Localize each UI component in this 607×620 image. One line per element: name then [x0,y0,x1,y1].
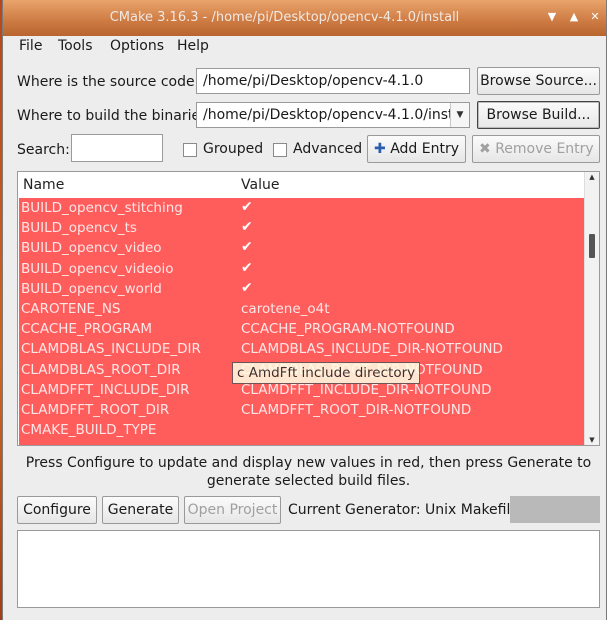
menu-file[interactable]: File [19,38,42,54]
title-bar[interactable]: CMake 3.16.3 - /home/pi/Desktop/opencv-4… [3,0,606,36]
table-body: BUILD_opencv_stitching ✔ BUILD_opencv_ts ✔ B… [19,198,586,445]
column-name-header[interactable]: Name [23,177,64,193]
progress-bar [510,496,600,523]
grouped-label: Grouped [203,141,264,157]
build-path-combo[interactable]: /home/pi/Desktop/opencv-4.1.0/install ▼ [196,102,470,128]
combo-arrow-icon[interactable]: ▼ [450,103,469,127]
add-entry-button[interactable]: ✚ Add Entry [367,135,466,163]
checkmark-icon[interactable]: ✔ [241,239,253,255]
minimize-icon[interactable]: ▼ [544,9,560,25]
build-label: Where to build the binaries: [17,108,213,124]
close-icon[interactable]: ✕ [587,9,603,25]
checkmark-icon[interactable]: ✔ [241,260,253,276]
cache-entry-name: CLAMDBLAS_ROOT_DIR [21,361,181,378]
menu-bar: File Tools Options Help [3,36,606,58]
advanced-label: Advanced [293,141,363,157]
table-row[interactable]: CLAMDBLAS_INCLUDE_DIR CLAMDBLAS_INCLUDE_D… [19,339,586,359]
table-header: Name Value [18,172,585,198]
menu-tools[interactable]: Tools [58,38,93,54]
cache-table[interactable]: Name Value BUILD_opencv_stitching ✔ BUILD_… [17,171,600,446]
current-generator-label: Current Generator: Unix Makefiles [288,502,527,518]
cache-entry-value[interactable]: CLAMDBLAS_INCLUDE_DIR-NOTFOUND [241,341,503,357]
table-row[interactable]: CLAMDFFT_ROOT_DIR CLAMDFFT_ROOT_DIR-NOTFO… [19,400,586,420]
generate-button[interactable]: Generate [102,496,179,524]
table-scrollbar[interactable]: ▲ ▼ [584,172,599,445]
remove-entry-button[interactable]: ✖ Remove Entry [472,135,600,163]
add-entry-label: Add Entry [390,141,459,157]
build-path-value: /home/pi/Desktop/opencv-4.1.0/install [203,107,470,123]
table-row[interactable]: CCACHE_PROGRAM CCACHE_PROGRAM-NOTFOUND [19,319,586,339]
window-title: CMake 3.16.3 - /home/pi/Desktop/opencv-4… [109,10,460,25]
column-value-header[interactable]: Value [241,177,279,193]
info-text: Press Configure to update and display ne… [25,455,592,489]
scroll-thumb[interactable] [589,234,595,258]
table-row[interactable]: BUILD_opencv_ts ✔ [19,218,586,238]
menu-help[interactable]: Help [177,38,209,54]
browse-source-button[interactable]: Browse Source... [477,67,600,95]
menu-options[interactable]: Options [110,38,164,54]
cache-entry-value[interactable]: CLAMDFFT_ROOT_DIR-NOTFOUND [241,402,471,418]
advanced-checkbox[interactable] [273,143,287,157]
cache-entry-name: BUILD_opencv_video [21,240,162,257]
table-row[interactable]: BUILD_opencv_video ✔ [19,238,586,258]
cache-entry-name: CAROTENE_NS [21,301,121,317]
source-path-field[interactable]: /home/pi/Desktop/opencv-4.1.0 [196,68,470,94]
cache-entry-name: CCACHE_PROGRAM [21,321,153,338]
remove-entry-label: Remove Entry [495,141,594,157]
table-row[interactable]: BUILD_opencv_videoio ✔ [19,259,586,279]
checkmark-icon[interactable]: ✔ [241,219,253,235]
table-row[interactable]: CAROTENE_NS carotene_o4t [19,299,586,319]
cache-entry-name: CLAMDBLAS_INCLUDE_DIR [21,341,201,358]
cache-entry-name: BUILD_opencv_videoio [21,260,174,277]
checkmark-icon[interactable]: ✔ [241,199,253,215]
cache-entry-value[interactable]: CCACHE_PROGRAM-NOTFOUND [241,321,455,337]
search-input[interactable] [71,134,163,162]
maximize-icon[interactable]: ▲ [566,9,582,25]
configure-button[interactable]: Configure [17,496,97,524]
table-row[interactable]: BUILD_opencv_stitching ✔ [19,198,586,218]
checkmark-icon[interactable]: ✔ [241,280,253,296]
cmake-window: CMake 3.16.3 - /home/pi/Desktop/opencv-4… [2,0,607,620]
browse-build-button[interactable]: Browse Build... [477,101,600,129]
cache-entry-name: BUILD_opencv_world [21,280,162,297]
output-log[interactable] [17,530,600,608]
cache-entry-name: CLAMDFFT_ROOT_DIR [21,402,170,418]
plus-icon: ✚ [374,141,386,157]
source-label: Where is the source code: [17,74,200,90]
remove-icon: ✖ [479,141,491,157]
grouped-checkbox[interactable] [183,143,197,157]
cache-entry-name: CMAKE_BUILD_TYPE [21,422,157,439]
cache-entry-value[interactable]: carotene_o4t [241,301,330,317]
cache-entry-value[interactable]: CLAMDFFT_INCLUDE_DIR-NOTFOUND [241,382,492,398]
table-row[interactable]: CMAKE_BUILD_TYPE [19,420,586,440]
search-label: Search: [17,142,70,158]
scroll-up-icon[interactable]: ▲ [585,173,599,181]
table-row[interactable]: BUILD_opencv_world ✔ [19,279,586,299]
cache-entry-name: BUILD_opencv_ts [21,220,137,237]
scroll-down-icon[interactable]: ▼ [585,436,599,444]
cache-entry-name: CLAMDFFT_INCLUDE_DIR [21,381,190,398]
cache-entry-name: BUILD_opencv_stitching [21,200,183,216]
tooltip: c AmdFft include directory [232,362,421,384]
open-project-button[interactable]: Open Project [184,496,281,524]
